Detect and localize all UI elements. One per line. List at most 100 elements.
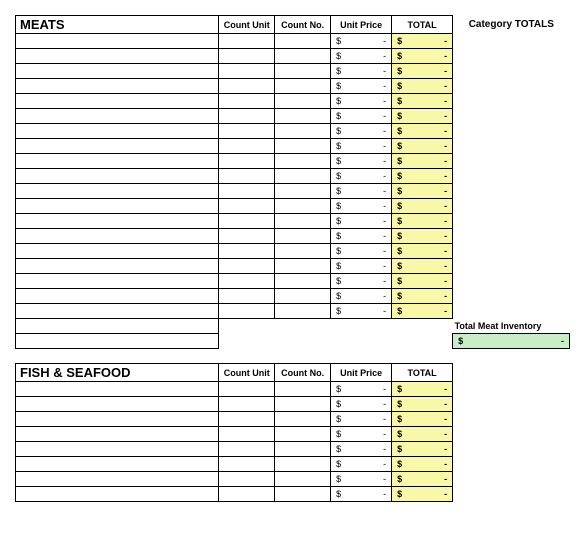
unit-price-cell[interactable]: $- (331, 64, 392, 79)
item-cell[interactable] (16, 382, 219, 397)
item-cell[interactable] (16, 412, 219, 427)
item-cell[interactable] (16, 199, 219, 214)
count-unit-cell[interactable] (219, 259, 275, 274)
item-cell[interactable] (16, 229, 219, 244)
item-cell[interactable] (16, 214, 219, 229)
count-no-cell[interactable] (275, 79, 331, 94)
count-unit-cell[interactable] (219, 229, 275, 244)
count-unit-cell[interactable] (219, 109, 275, 124)
count-unit-cell[interactable] (219, 169, 275, 184)
unit-price-cell[interactable]: $- (331, 109, 392, 124)
count-unit-cell[interactable] (219, 214, 275, 229)
unit-price-cell[interactable]: $- (331, 442, 392, 457)
count-no-cell[interactable] (275, 169, 331, 184)
count-no-cell[interactable] (275, 199, 331, 214)
count-no-cell[interactable] (275, 427, 331, 442)
count-unit-cell[interactable] (219, 457, 275, 472)
count-unit-cell[interactable] (219, 487, 275, 502)
count-no-cell[interactable] (275, 94, 331, 109)
count-no-cell[interactable] (275, 64, 331, 79)
item-cell[interactable] (16, 169, 219, 184)
item-cell[interactable] (16, 139, 219, 154)
item-cell[interactable] (16, 289, 219, 304)
count-no-cell[interactable] (275, 124, 331, 139)
item-cell[interactable] (16, 397, 219, 412)
unit-price-cell[interactable]: $- (331, 274, 392, 289)
count-unit-cell[interactable] (219, 427, 275, 442)
count-unit-cell[interactable] (219, 412, 275, 427)
unit-price-cell[interactable]: $- (331, 229, 392, 244)
unit-price-cell[interactable]: $- (331, 124, 392, 139)
count-unit-cell[interactable] (219, 244, 275, 259)
count-unit-cell[interactable] (219, 397, 275, 412)
count-no-cell[interactable] (275, 472, 331, 487)
unit-price-cell[interactable]: $- (331, 79, 392, 94)
item-cell[interactable] (16, 427, 219, 442)
item-cell[interactable] (16, 442, 219, 457)
count-no-cell[interactable] (275, 274, 331, 289)
item-cell[interactable] (16, 124, 219, 139)
count-no-cell[interactable] (275, 109, 331, 124)
count-unit-cell[interactable] (219, 64, 275, 79)
unit-price-cell[interactable]: $- (331, 139, 392, 154)
count-no-cell[interactable] (275, 259, 331, 274)
unit-price-cell[interactable]: $- (331, 472, 392, 487)
count-unit-cell[interactable] (219, 289, 275, 304)
item-cell[interactable] (16, 244, 219, 259)
item-cell[interactable] (16, 94, 219, 109)
unit-price-cell[interactable]: $- (331, 304, 392, 319)
count-no-cell[interactable] (275, 304, 331, 319)
unit-price-cell[interactable]: $- (331, 382, 392, 397)
unit-price-cell[interactable]: $- (331, 457, 392, 472)
item-cell[interactable] (16, 274, 219, 289)
count-unit-cell[interactable] (219, 49, 275, 64)
item-cell[interactable] (16, 49, 219, 64)
unit-price-cell[interactable]: $- (331, 244, 392, 259)
count-unit-cell[interactable] (219, 472, 275, 487)
count-unit-cell[interactable] (219, 94, 275, 109)
count-unit-cell[interactable] (219, 34, 275, 49)
unit-price-cell[interactable]: $- (331, 169, 392, 184)
item-cell[interactable] (16, 487, 219, 502)
count-no-cell[interactable] (275, 457, 331, 472)
count-no-cell[interactable] (275, 412, 331, 427)
item-cell[interactable] (16, 79, 219, 94)
item-cell[interactable] (16, 109, 219, 124)
count-unit-cell[interactable] (219, 139, 275, 154)
item-cell[interactable] (16, 184, 219, 199)
count-no-cell[interactable] (275, 487, 331, 502)
count-no-cell[interactable] (275, 229, 331, 244)
item-cell[interactable] (16, 457, 219, 472)
count-no-cell[interactable] (275, 139, 331, 154)
unit-price-cell[interactable]: $- (331, 154, 392, 169)
count-unit-cell[interactable] (219, 154, 275, 169)
count-unit-cell[interactable] (219, 124, 275, 139)
count-no-cell[interactable] (275, 34, 331, 49)
count-unit-cell[interactable] (219, 304, 275, 319)
unit-price-cell[interactable]: $- (331, 412, 392, 427)
item-cell[interactable] (16, 154, 219, 169)
unit-price-cell[interactable]: $- (331, 397, 392, 412)
item-cell[interactable] (16, 259, 219, 274)
unit-price-cell[interactable]: $- (331, 259, 392, 274)
unit-price-cell[interactable]: $- (331, 49, 392, 64)
count-no-cell[interactable] (275, 244, 331, 259)
unit-price-cell[interactable]: $- (331, 94, 392, 109)
count-no-cell[interactable] (275, 397, 331, 412)
unit-price-cell[interactable]: $- (331, 199, 392, 214)
count-unit-cell[interactable] (219, 442, 275, 457)
unit-price-cell[interactable]: $- (331, 487, 392, 502)
count-no-cell[interactable] (275, 154, 331, 169)
unit-price-cell[interactable]: $- (331, 427, 392, 442)
item-cell[interactable] (16, 64, 219, 79)
count-no-cell[interactable] (275, 289, 331, 304)
count-unit-cell[interactable] (219, 199, 275, 214)
unit-price-cell[interactable]: $- (331, 184, 392, 199)
item-cell[interactable] (16, 34, 219, 49)
count-unit-cell[interactable] (219, 274, 275, 289)
unit-price-cell[interactable]: $- (331, 289, 392, 304)
item-cell[interactable] (16, 304, 219, 319)
count-no-cell[interactable] (275, 442, 331, 457)
unit-price-cell[interactable]: $- (331, 34, 392, 49)
count-unit-cell[interactable] (219, 382, 275, 397)
